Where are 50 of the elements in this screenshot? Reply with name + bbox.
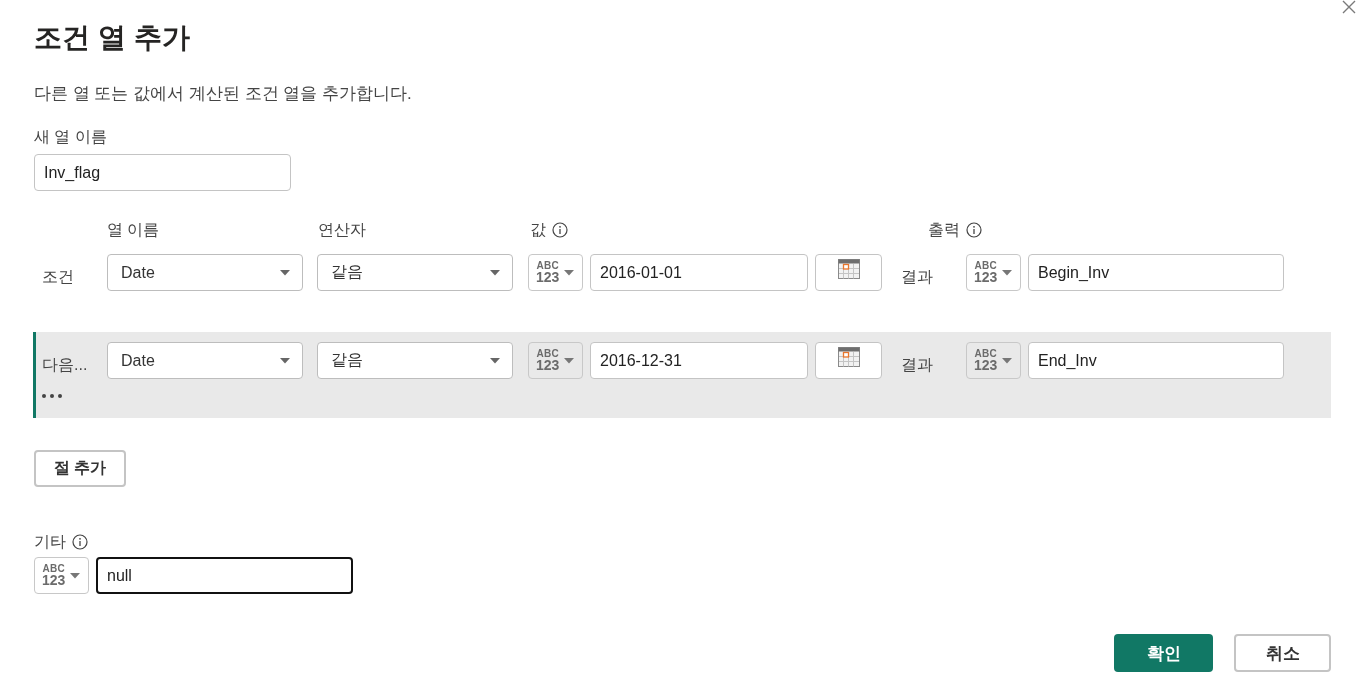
- caret-icon: [490, 357, 500, 364]
- add-clause-button[interactable]: 절 추가: [34, 450, 126, 487]
- caret-icon: [564, 269, 575, 276]
- clause-label: 조건: [42, 267, 74, 287]
- column-header: 열 이름: [107, 220, 160, 240]
- calendar-button[interactable]: [815, 254, 882, 291]
- clause-label: 다음...: [42, 355, 88, 375]
- output-input[interactable]: Begin_Inv: [1028, 254, 1284, 291]
- info-icon[interactable]: [552, 222, 568, 238]
- caret-icon: [280, 357, 290, 364]
- field-label: 새 열 이름: [34, 127, 107, 147]
- column-name-input[interactable]: Inv_flag: [34, 154, 291, 191]
- result-label: 결과: [901, 267, 933, 287]
- close-icon[interactable]: [1342, 0, 1356, 14]
- clause-row[interactable]: 다음... Date 같음 ABC 123 2016-12-31 결과 ABC 123 End_Inv: [33, 332, 1331, 418]
- type-button[interactable]: ABC 123: [528, 342, 583, 379]
- type-button[interactable]: ABC 123: [34, 557, 89, 594]
- calendar-icon: [837, 347, 860, 367]
- caret-icon: [490, 269, 500, 276]
- column-header: 연산자: [318, 220, 366, 240]
- value-input[interactable]: 2016-12-31: [590, 342, 808, 379]
- type-button[interactable]: ABC 123: [966, 254, 1021, 291]
- operator-dropdown[interactable]: 같음: [317, 254, 513, 291]
- type-button[interactable]: ABC 123: [528, 254, 583, 291]
- dialog-title: 조건 열 추가: [34, 21, 190, 55]
- ok-button[interactable]: 확인: [1114, 634, 1213, 672]
- calendar-icon: [837, 259, 860, 279]
- value-input[interactable]: 2016-01-01: [590, 254, 808, 291]
- field-label: 기타: [34, 531, 66, 552]
- caret-icon: [70, 572, 81, 579]
- description-text: 다른 열 또는 값에서 계산된 조건 열을 추가합니다.: [34, 83, 412, 105]
- column-header: 값: [530, 220, 546, 240]
- column-dropdown[interactable]: Date: [107, 254, 303, 291]
- cancel-button[interactable]: 취소: [1234, 634, 1331, 672]
- operator-dropdown[interactable]: 같음: [317, 342, 513, 379]
- clause-row[interactable]: 조건 Date 같음 ABC 123 2016-01-01 결과 ABC 123 Begin_Inv: [33, 244, 1331, 330]
- result-label: 결과: [901, 355, 933, 375]
- caret-icon: [1002, 357, 1013, 364]
- info-icon[interactable]: [72, 534, 88, 550]
- caret-icon: [280, 269, 290, 276]
- column-dropdown[interactable]: Date: [107, 342, 303, 379]
- caret-icon: [1002, 269, 1013, 276]
- caret-icon: [564, 357, 575, 364]
- column-header: 출력: [928, 220, 960, 240]
- output-input[interactable]: End_Inv: [1028, 342, 1284, 379]
- else-input[interactable]: null: [96, 557, 353, 594]
- calendar-button[interactable]: [815, 342, 882, 379]
- type-button[interactable]: ABC 123: [966, 342, 1021, 379]
- more-icon[interactable]: [42, 394, 62, 398]
- info-icon[interactable]: [966, 222, 982, 238]
